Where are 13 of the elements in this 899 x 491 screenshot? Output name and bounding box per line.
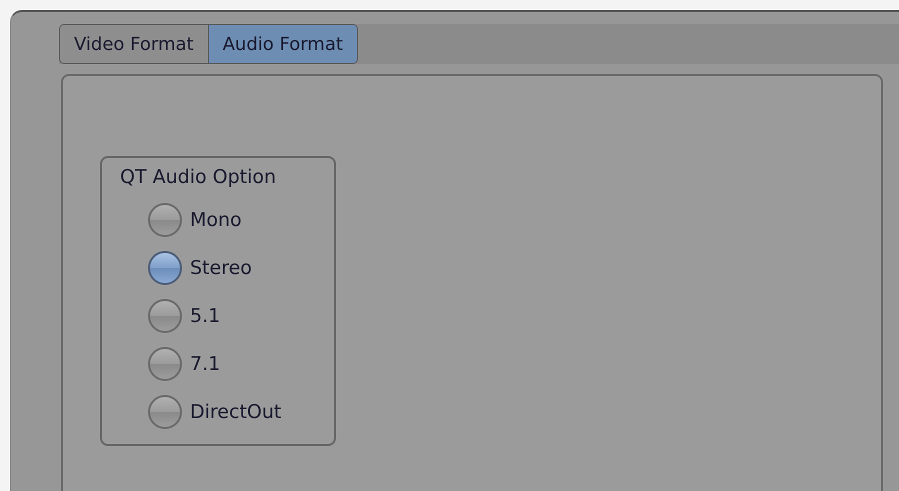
tab[interactable]: Video Format — [59, 24, 209, 64]
radio-button[interactable] — [148, 299, 182, 333]
radio-button[interactable] — [148, 203, 182, 237]
radio-label: Mono — [190, 209, 242, 231]
radio-label: 5.1 — [190, 305, 220, 327]
radio-button[interactable] — [148, 395, 182, 429]
radio-label: 7.1 — [190, 353, 220, 375]
radio-label: DirectOut — [190, 401, 282, 423]
tab[interactable]: Audio Format — [208, 24, 358, 64]
radio-button[interactable] — [148, 347, 182, 381]
group-title: QT Audio Option — [120, 166, 278, 188]
radio-label: Stereo — [190, 257, 252, 279]
radio-button[interactable] — [148, 251, 182, 285]
